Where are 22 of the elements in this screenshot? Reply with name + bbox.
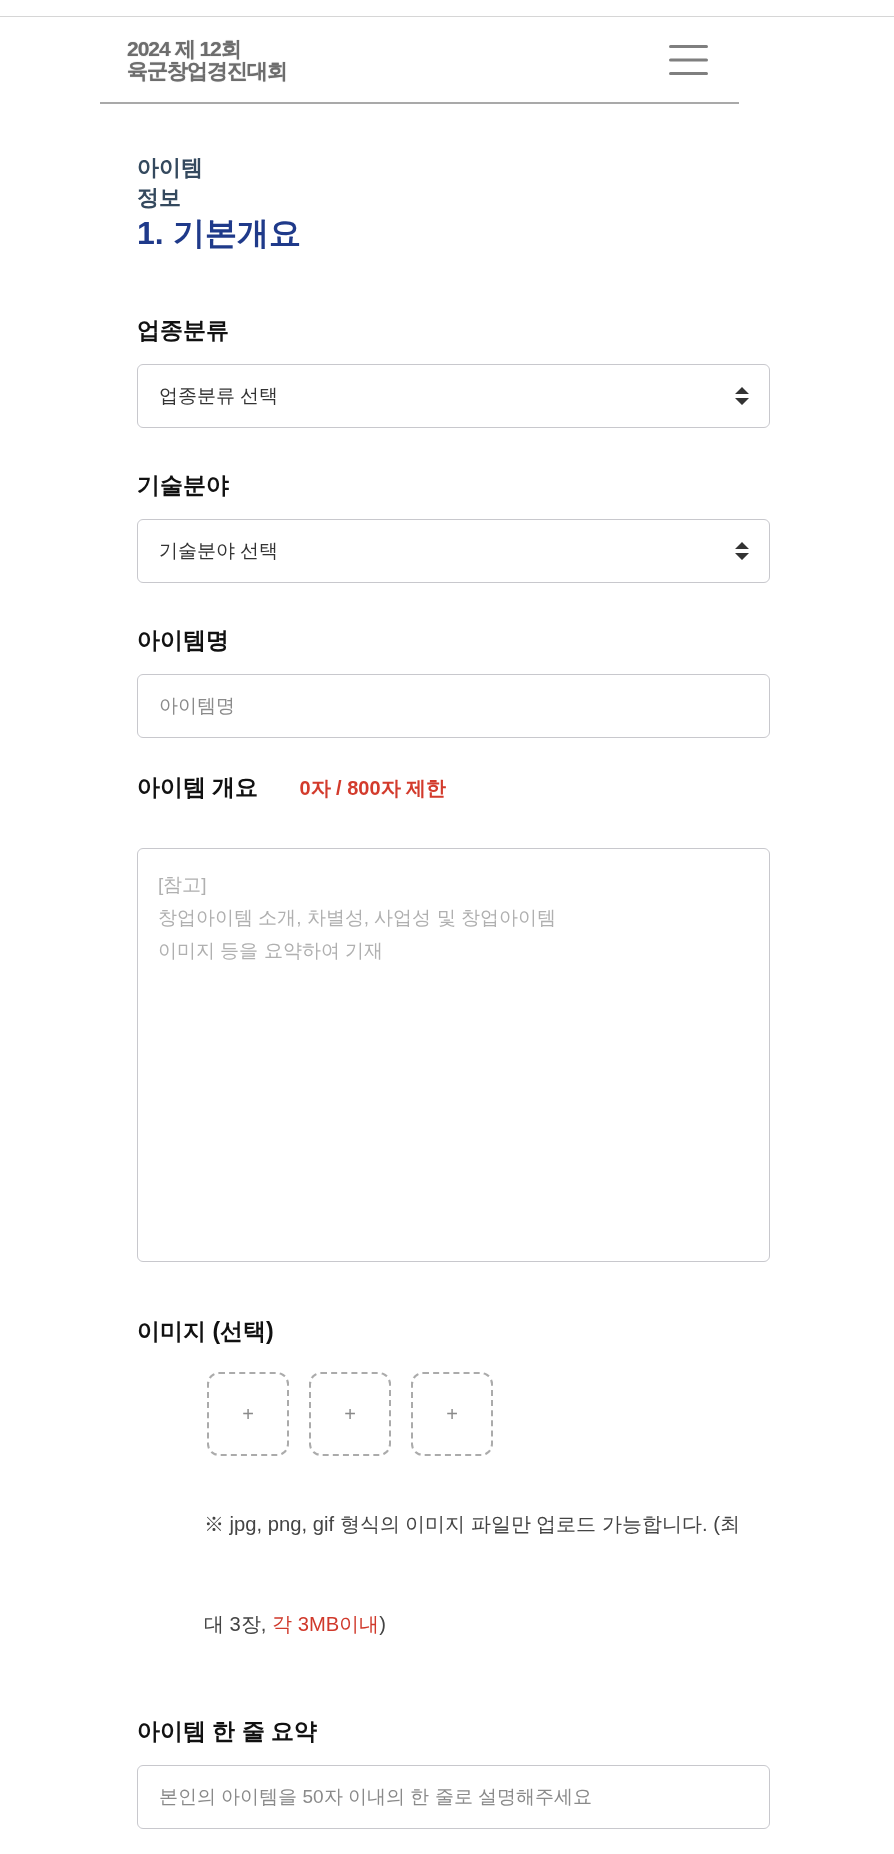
dropdown-select[interactable]: 업종분류 선택 (137, 364, 770, 428)
image-upload-slot[interactable]: + (309, 1372, 391, 1456)
site-logo[interactable]: 2024 제 12회 육군창업경진대회 (127, 37, 287, 82)
section-heading: 1. 기본개요 (137, 214, 302, 253)
sort-arrows-icon (735, 387, 749, 405)
menu-icon[interactable] (669, 44, 708, 75)
field-label: 아이템명 (137, 626, 229, 655)
image-upload-slot[interactable]: + (207, 1372, 289, 1456)
field-label: 아이템 한 줄 요약 (137, 1717, 318, 1746)
upload-note: ※ jpg, png, gif 형식의 이미지 파일만 업로드 가능합니다. (최대 3장, 각 3MB이내) (204, 1512, 741, 1637)
character-counter: 0자 / 800자 제한 (299, 776, 447, 801)
dropdown-select[interactable]: 기술분야 선택 (137, 519, 770, 583)
field-label: 아이템 개요 (137, 773, 259, 802)
text-input-field[interactable]: 본인의 아이템을 50자 이내의 한 줄로 설명해주세요 (137, 1765, 770, 1829)
field-label: 기술분야 (137, 471, 229, 500)
field-label: 업종분류 (137, 316, 229, 345)
section-title: 아이템 정보 (137, 154, 203, 212)
field-label: 이미지 (선택) (137, 1317, 274, 1346)
sort-arrows-icon (735, 542, 749, 560)
image-upload-slot[interactable]: + (411, 1372, 493, 1456)
textarea-field[interactable]: [참고] 창업아이템 소개, 차별성, 사업성 및 창업아이템 이미지 등을 요약하여 기재 (137, 848, 770, 1262)
text-input-field[interactable]: 아이템명 (137, 674, 770, 738)
